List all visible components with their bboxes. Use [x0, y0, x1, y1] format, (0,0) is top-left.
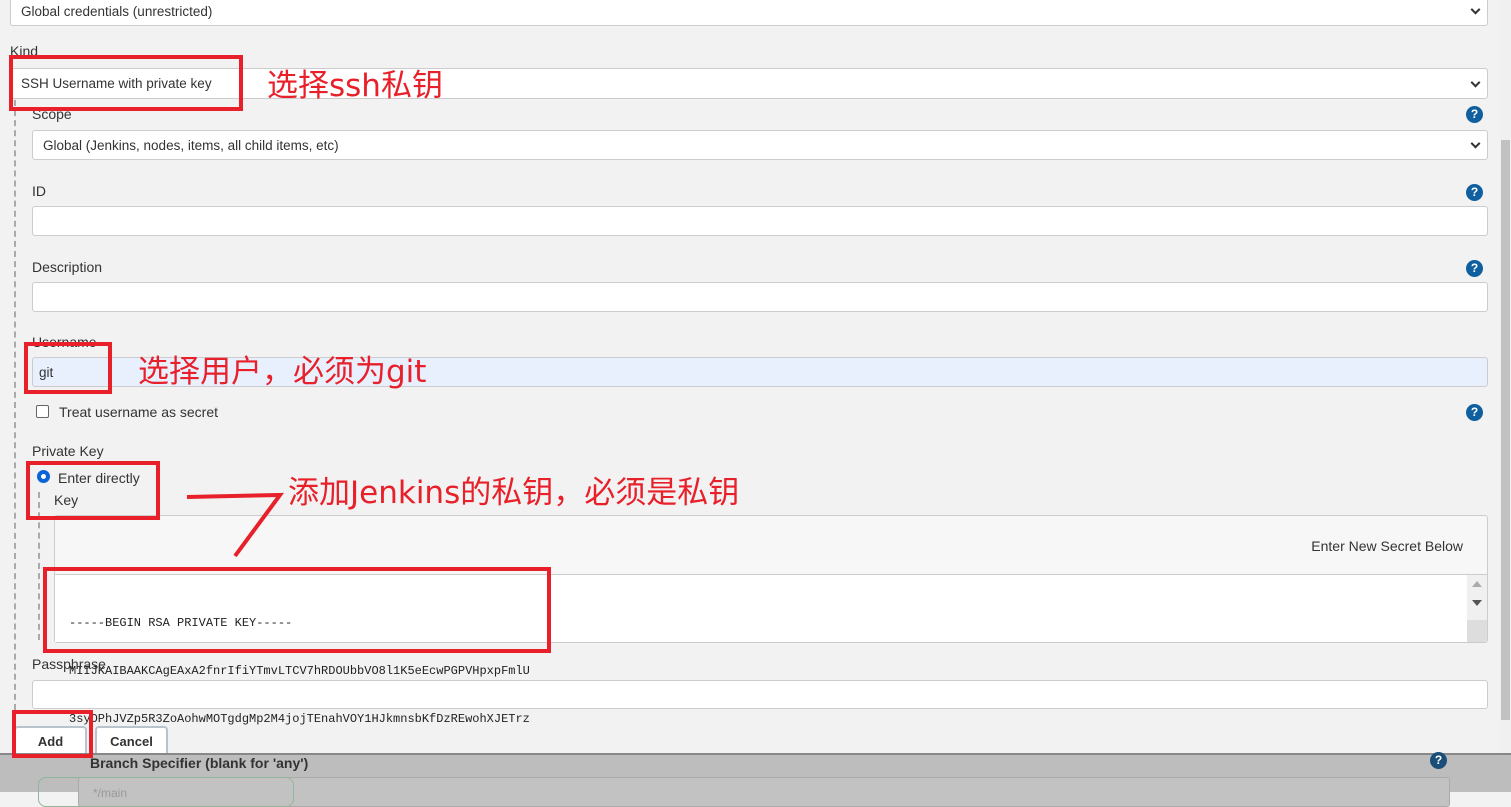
annotation-box-radio: [26, 461, 160, 520]
scroll-up-icon[interactable]: [1472, 581, 1482, 587]
resize-handle[interactable]: [1467, 620, 1487, 642]
chevron-down-icon: [1470, 138, 1481, 149]
passphrase-input[interactable]: [32, 680, 1488, 709]
domain-select-value: Global credentials (unrestricted): [21, 3, 213, 19]
help-icon[interactable]: ?: [1466, 404, 1483, 421]
key-line: MIIJKAIBAAKCAgEAxA2fnrIfiYTmvLTCV7hRDOUb…: [69, 664, 530, 678]
domain-select[interactable]: Global credentials (unrestricted): [10, 0, 1488, 26]
annotation-box-kind: [9, 55, 243, 111]
branch-specifier-label: Branch Specifier (blank for 'any'): [90, 755, 309, 771]
branch-outline: [38, 777, 294, 807]
annotation-username: 选择用户，必须为git: [138, 354, 427, 390]
scope-select[interactable]: Global (Jenkins, nodes, items, all child…: [32, 130, 1488, 160]
scroll-down-icon[interactable]: [1472, 600, 1482, 606]
id-input[interactable]: [32, 206, 1488, 236]
secret-hint: Enter New Secret Below: [1311, 538, 1463, 554]
annotation-key: 添加Jenkins的私钥，必须是私钥: [288, 475, 740, 511]
textarea-scrollbar[interactable]: [1467, 575, 1487, 642]
treat-username-secret-checkbox[interactable]: [36, 405, 49, 418]
annotation-box-add: [12, 710, 93, 758]
scrollbar-thumb[interactable]: [1501, 140, 1510, 720]
id-label: ID: [32, 183, 46, 199]
dialog-scrollbar[interactable]: [1500, 0, 1511, 753]
annotation-kind: 选择ssh私钥: [267, 68, 443, 104]
help-icon: ?: [1430, 752, 1447, 769]
chevron-down-icon: [1470, 77, 1481, 88]
help-icon[interactable]: ?: [1466, 260, 1483, 277]
section-divider: [14, 100, 16, 710]
description-label: Description: [32, 259, 103, 275]
help-icon[interactable]: ?: [1466, 184, 1483, 201]
annotation-box-key: [43, 567, 551, 653]
private-key-label: Private Key: [32, 443, 104, 459]
key-line: 3syOPhJVZp5R3ZoAohwMOTgdgMp2M4jojTEnahVO…: [69, 712, 530, 726]
annotation-box-username: [24, 342, 112, 394]
passphrase-label: Passphrase: [32, 656, 106, 672]
help-icon[interactable]: ?: [1466, 106, 1483, 123]
background-overlay: Branch Specifier (blank for 'any') ? */m…: [0, 752, 1511, 807]
scope-select-value: Global (Jenkins, nodes, items, all child…: [43, 137, 339, 153]
description-input[interactable]: [32, 282, 1488, 312]
cancel-button[interactable]: Cancel: [95, 726, 168, 754]
treat-username-secret-label: Treat username as secret: [59, 404, 218, 420]
chevron-down-icon: [1470, 4, 1481, 15]
